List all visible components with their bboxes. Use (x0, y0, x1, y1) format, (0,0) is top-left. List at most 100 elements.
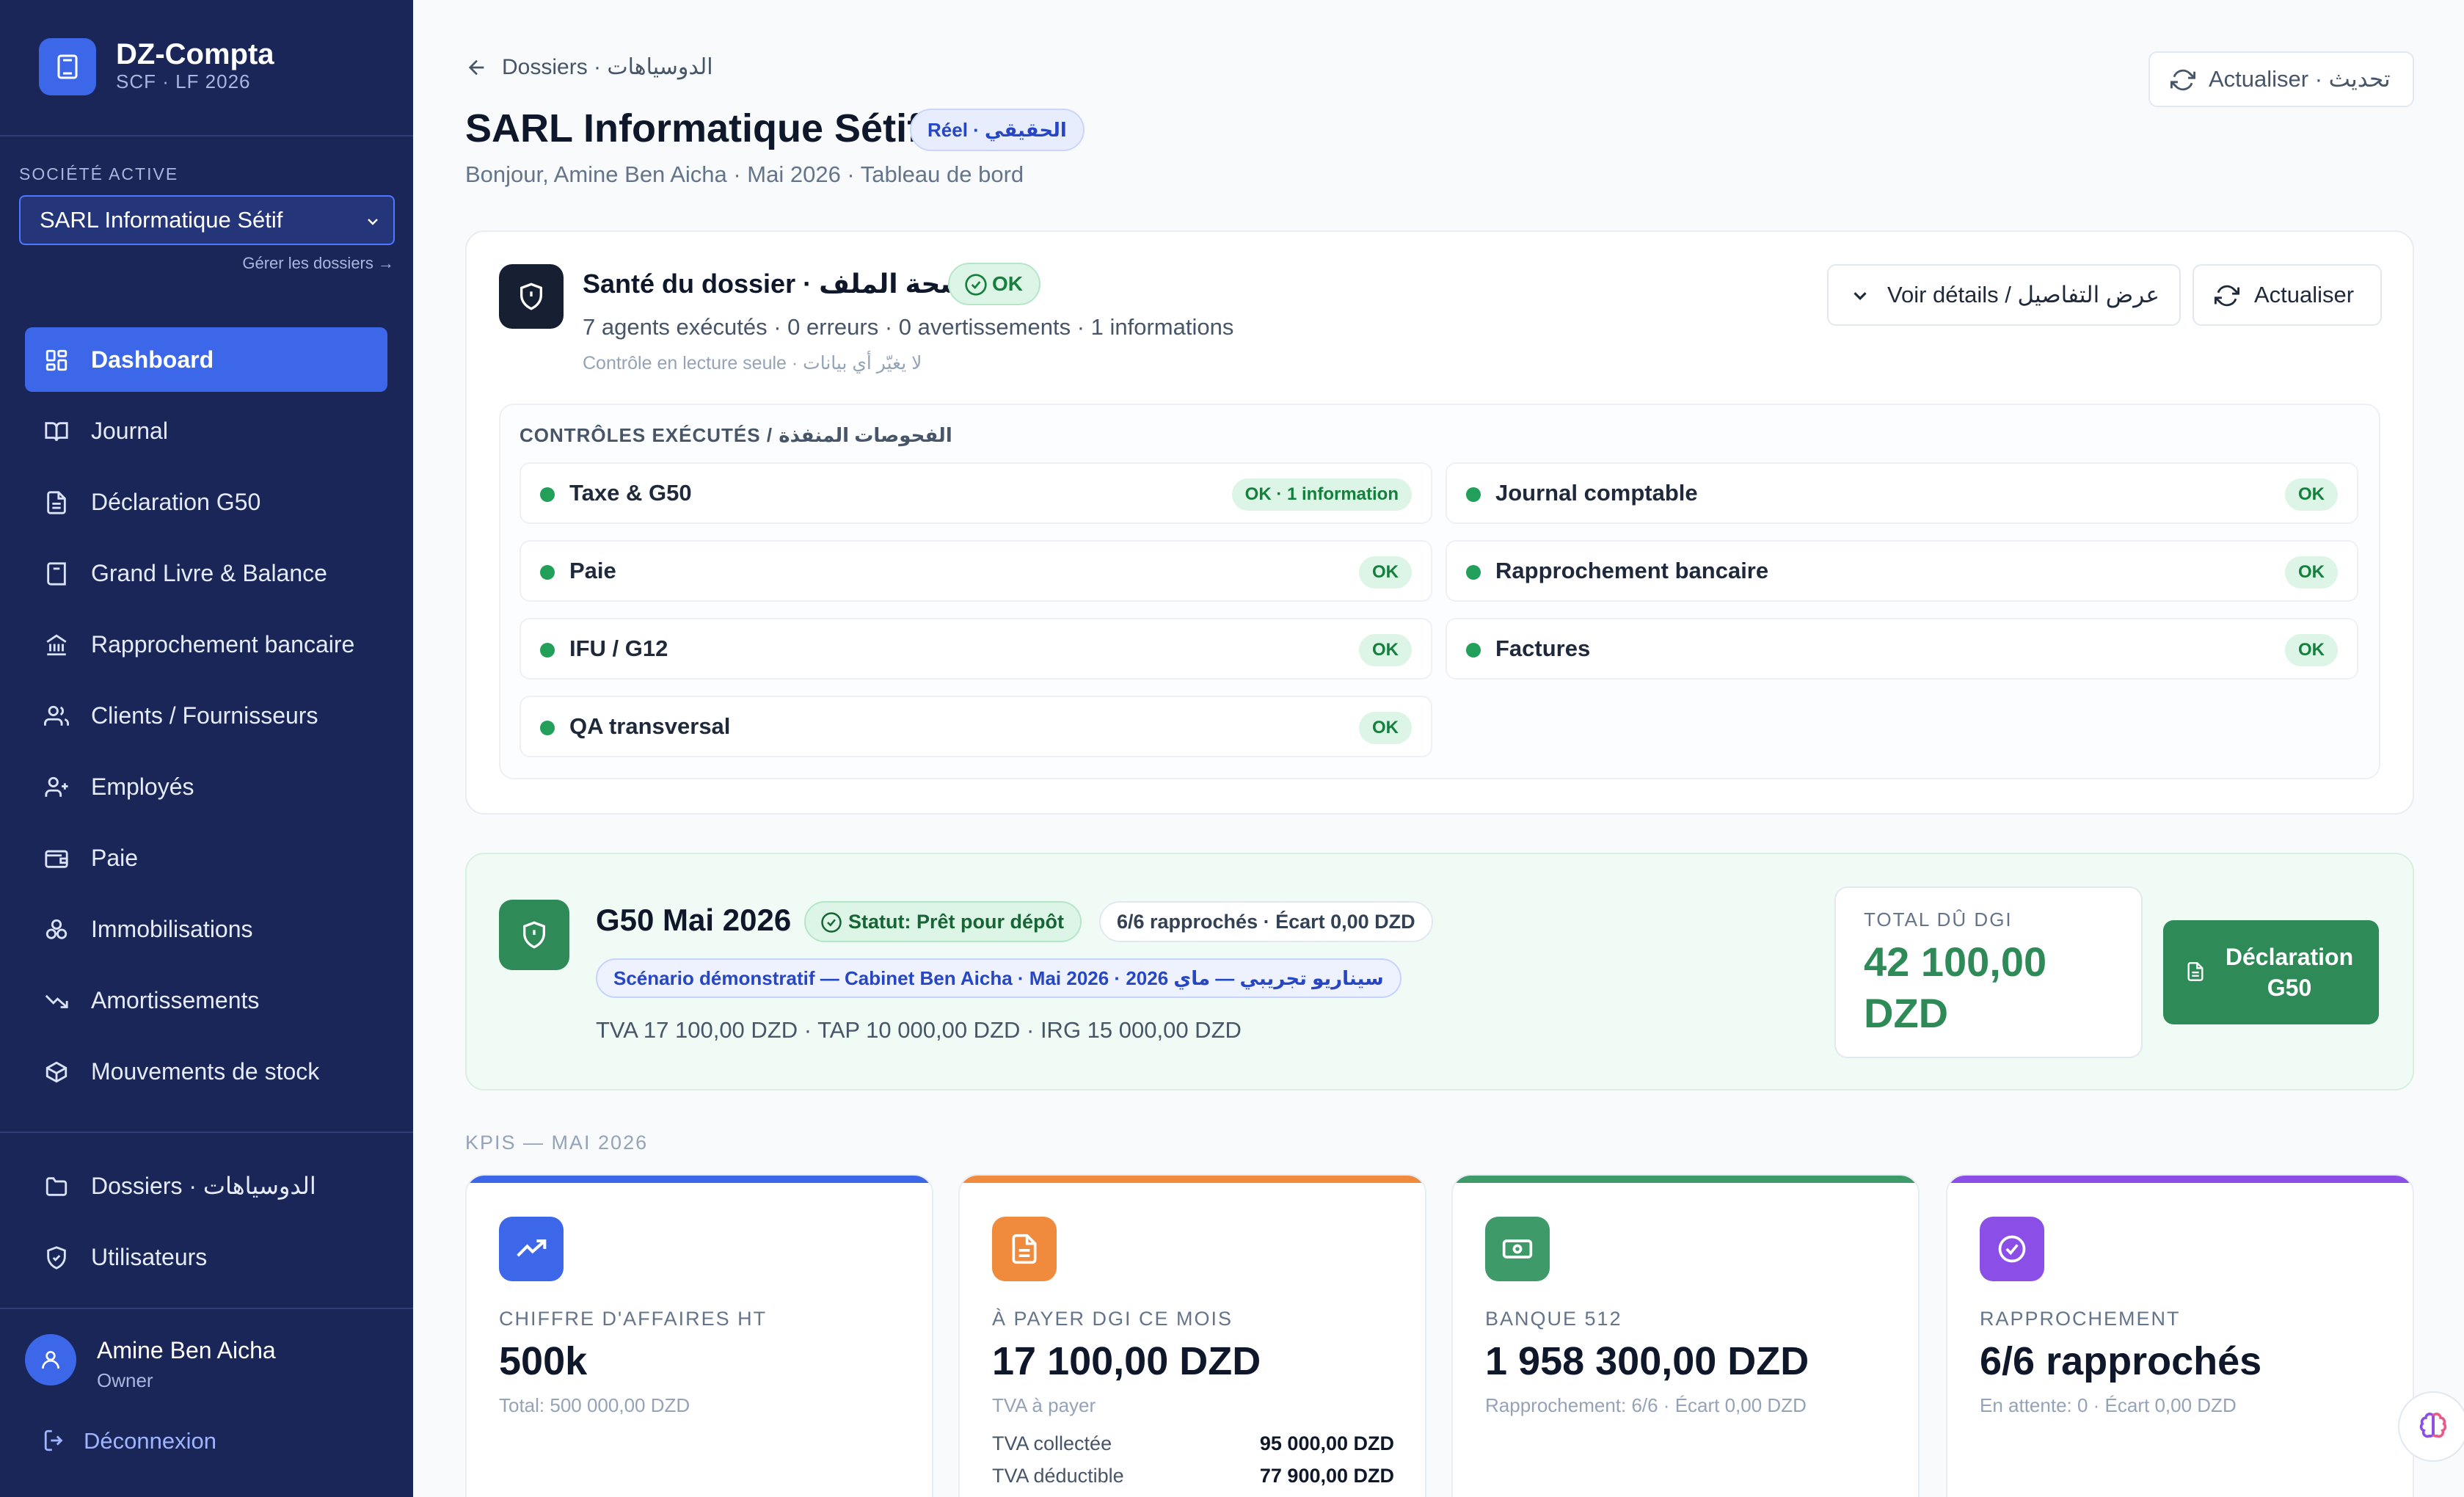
company-select-value: SARL Informatique Sétif (40, 207, 283, 233)
kpi-value: 6/6 rapprochés (1980, 1339, 2262, 1383)
logout-button[interactable]: Déconnexion (43, 1428, 216, 1454)
total-due-label: TOTAL DÛ DGI (1864, 908, 2013, 930)
kpi-row-label: TVA déductible (992, 1465, 1124, 1487)
status-dot (540, 643, 555, 658)
kpi-card-chiffre-affaires[interactable]: CHIFFRE D'AFFAIRES HT 500k Total: 500 00… (465, 1174, 933, 1497)
kpi-icon-box (1485, 1217, 1550, 1281)
health-status-badge: OK (948, 263, 1040, 305)
shield-alert-icon (520, 920, 549, 950)
kpi-row-value: 95 000,00 DZD (1259, 1432, 1394, 1454)
check-name: Rapprochement bancaire (1495, 558, 1769, 583)
nav-item-rapprochement[interactable]: Rapprochement bancaire (25, 612, 387, 677)
check-circle-icon (964, 273, 988, 296)
status-badge: OK · 1 information (1231, 478, 1412, 511)
page-title: SARL Informatique Sétif (465, 106, 921, 150)
manage-dossiers-link[interactable]: Gérer les dossiers → (101, 254, 394, 273)
kpis-label: KPIS — MAI 2026 (465, 1132, 649, 1154)
kpi-icon-box (1980, 1217, 2044, 1281)
kpi-label: BANQUE 512 (1485, 1308, 1622, 1330)
refresh-top-label: Actualiser · تحديث (2209, 66, 2391, 92)
health-title: Santé du dossier · صحة الملف (583, 269, 966, 299)
kpi-accent (467, 1176, 932, 1183)
g50-title: G50 Mai 2026 (596, 903, 792, 937)
back-link[interactable]: Dossiers · الدوسياهات (465, 54, 713, 80)
nav-item-amortissements[interactable]: Amortissements (25, 968, 387, 1032)
kpi-sub: TVA à payer (992, 1394, 1096, 1416)
document-icon (44, 490, 69, 515)
trending-down-icon (44, 988, 69, 1013)
nav-label: Grand Livre & Balance (91, 559, 327, 586)
nav-item-utilisateurs[interactable]: Utilisateurs (25, 1225, 387, 1289)
g50-status-badge: Statut: Prêt pour dépôt (804, 901, 1082, 942)
chevron-down-icon (364, 213, 382, 230)
g50-shield (499, 900, 569, 970)
nav-label: Amortissements (91, 986, 260, 1013)
check-row-factures: Factures OK (1446, 618, 2358, 680)
folder-icon (44, 1174, 69, 1199)
app-logo (39, 38, 96, 95)
kpi-icon-box (499, 1217, 564, 1281)
nav-item-grand-livre[interactable]: Grand Livre & Balance (25, 541, 387, 605)
nav-item-immobilisations[interactable]: Immobilisations (25, 897, 387, 961)
kpi-value: 17 100,00 DZD (992, 1339, 1261, 1383)
total-due-value: 42 100,00 DZD (1864, 939, 2047, 1036)
refresh-top-button[interactable]: Actualiser · تحديث (2148, 51, 2414, 107)
divider (0, 135, 413, 136)
nav-label: Journal (91, 417, 168, 444)
assistant-button[interactable] (2398, 1391, 2464, 1462)
refresh-label: Actualiser (2254, 282, 2355, 307)
declaration-g50-button[interactable]: Déclaration G50 (2163, 920, 2379, 1024)
kpi-row-tva-collectee: TVA collectée 95 000,00 DZD (992, 1432, 1394, 1455)
kpi-value: 1 958 300,00 DZD (1485, 1339, 1809, 1383)
document-icon (1008, 1233, 1040, 1265)
kpi-card-rapprochement[interactable]: RAPPROCHEMENT 6/6 rapprochés En attente:… (1946, 1174, 2414, 1497)
g50-status: Statut: Prêt pour dépôt (848, 910, 1064, 933)
kpi-accent (960, 1176, 1425, 1183)
nav-label: Paie (91, 844, 139, 871)
divider (0, 1308, 413, 1309)
check-circle-icon (1996, 1233, 2028, 1265)
check-row-taxe-g50: Taxe & G50 OK · 1 information (520, 462, 1432, 524)
banknote-icon (1501, 1233, 1534, 1265)
scenario-badge: Scénario démonstratif — Cabinet Ben Aich… (596, 958, 1402, 998)
kpi-sub: En attente: 0 · Écart 0,00 DZD (1980, 1394, 2237, 1416)
book-open-icon (44, 419, 69, 444)
check-row-rapprochement: Rapprochement bancaire OK (1446, 540, 2358, 602)
status-badge: OK (1359, 556, 1412, 589)
kpi-card-banque-512[interactable]: BANQUE 512 1 958 300,00 DZD Rapprochemen… (1451, 1174, 1920, 1497)
ledger-icon (44, 561, 69, 586)
nav-label: Immobilisations (91, 915, 253, 942)
nav-item-dashboard[interactable]: Dashboard (25, 327, 387, 392)
nav-item-mouvements-stock[interactable]: Mouvements de stock (25, 1039, 387, 1104)
avatar[interactable] (25, 1334, 76, 1385)
chevron-down-icon (1849, 285, 1871, 307)
details-button[interactable]: Voir détails / عرض التفاصيل (1827, 264, 2181, 326)
refresh-button[interactable]: Actualiser (2193, 264, 2382, 326)
shield-icon (44, 1245, 69, 1270)
check-row-paie: Paie OK (520, 540, 1432, 602)
status-dot (1466, 487, 1481, 502)
nav-item-paie[interactable]: Paie (25, 826, 387, 890)
status-badge: OK (2285, 634, 2338, 666)
status-badge: OK (2285, 478, 2338, 511)
kpi-card-a-payer-dgi[interactable]: À PAYER DGI CE MOIS 17 100,00 DZD TVA à … (958, 1174, 1426, 1497)
grid-icon (44, 348, 69, 373)
kpi-row-value: 77 900,00 DZD (1259, 1465, 1394, 1487)
nav-item-dossiers[interactable]: Dossiers · الدوسياهات (25, 1154, 387, 1218)
kpi-label: RAPPROCHEMENT (1980, 1308, 2181, 1330)
checks-label: CONTRÔLES EXÉCUTÉS / الفحوصات المنفذة (520, 424, 952, 446)
back-label: Dossiers · الدوسياهات (502, 55, 713, 79)
kpi-accent (1453, 1176, 1918, 1183)
refresh-icon (2170, 68, 2195, 92)
check-row-journal: Journal comptable OK (1446, 462, 2358, 524)
nav-item-journal[interactable]: Journal (25, 398, 387, 463)
company-select[interactable]: SARL Informatique Sétif (19, 195, 395, 245)
page-subtitle: Bonjour, Amine Ben Aicha · Mai 2026 · Ta… (465, 161, 1024, 187)
g50-rappro-badge: 6/6 rapprochés · Écart 0,00 DZD (1099, 901, 1433, 942)
nav-item-clients-fournisseurs[interactable]: Clients / Fournisseurs (25, 683, 387, 748)
nav-item-employes[interactable]: Employés (25, 754, 387, 819)
check-row-ifu-g12: IFU / G12 OK (520, 618, 1432, 680)
nav-item-declaration-g50[interactable]: Déclaration G50 (25, 470, 387, 534)
check-name: Factures (1495, 635, 1591, 661)
calculator-icon (54, 54, 81, 80)
